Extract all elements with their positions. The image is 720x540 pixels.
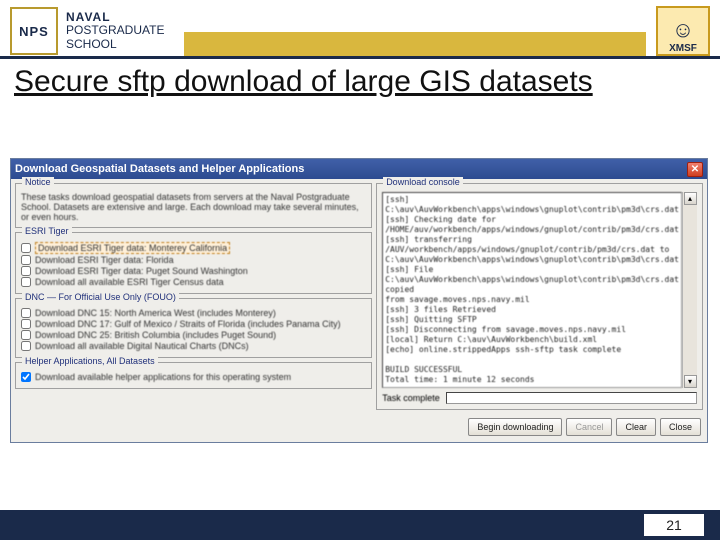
checkbox[interactable]: [21, 266, 31, 276]
esri-item-3[interactable]: Download all available ESRI Tiger Census…: [21, 277, 366, 287]
checkbox[interactable]: [21, 341, 31, 351]
dialog-title: Download Geospatial Datasets and Helper …: [15, 163, 304, 175]
cancel-button[interactable]: Cancel: [566, 418, 612, 436]
scroll-down-icon[interactable]: ▾: [684, 375, 697, 388]
dnc-item-2[interactable]: Download DNC 25: British Columbia (inclu…: [21, 330, 366, 340]
close-button[interactable]: ✕: [687, 162, 703, 177]
xmsf-branding: ☺ XMSF: [656, 0, 720, 56]
console-legend: Download console: [383, 177, 463, 187]
page-number: 21: [644, 514, 704, 536]
console-wrap: [ssh] C:\auv\AuvWorkbench\apps\windows\g…: [382, 192, 697, 388]
checkbox[interactable]: [21, 277, 31, 287]
right-panel: Download console [ssh] C:\auv\AuvWorkben…: [376, 183, 703, 410]
scroll-up-icon[interactable]: ▴: [684, 192, 697, 205]
esri-item-1[interactable]: Download ESRI Tiger data: Florida: [21, 255, 366, 265]
helper-legend: Helper Applications, All Datasets: [22, 356, 158, 366]
esri-group: ESRI Tiger Download ESRI Tiger data: Mon…: [15, 232, 372, 294]
console-group: Download console [ssh] C:\auv\AuvWorkben…: [376, 183, 703, 410]
checkbox[interactable]: [21, 319, 31, 329]
checkbox-label: Download DNC 17: Gulf of Mexico / Strait…: [35, 319, 341, 329]
checkbox[interactable]: [21, 255, 31, 265]
download-dialog: Download Geospatial Datasets and Helper …: [10, 158, 708, 443]
clear-button[interactable]: Clear: [616, 418, 656, 436]
face-icon: ☺: [672, 17, 694, 43]
checkbox-label: Download all available Digital Nautical …: [35, 341, 249, 351]
dialog-body: Notice These tasks download geospatial d…: [11, 179, 707, 414]
checkbox[interactable]: [21, 243, 31, 253]
checkbox-label: Download DNC 25: British Columbia (inclu…: [35, 330, 276, 340]
nps-acronym: NPS: [19, 24, 49, 39]
checkbox[interactable]: [21, 308, 31, 318]
begin-download-button[interactable]: Begin downloading: [468, 418, 562, 436]
scrollbar[interactable]: ▴ ▾: [682, 192, 697, 388]
nps-line3: SCHOOL: [66, 38, 164, 51]
status-row: Task complete: [382, 392, 697, 404]
nps-line2: POSTGRADUATE: [66, 24, 164, 37]
nps-branding: NPS NAVAL POSTGRADUATE SCHOOL: [0, 1, 174, 55]
checkbox-label: Download DNC 15: North America West (inc…: [35, 308, 276, 318]
progress-bar: [446, 392, 697, 404]
dialog-buttons: Begin downloading Cancel Clear Close: [11, 414, 707, 442]
nps-text: NAVAL POSTGRADUATE SCHOOL: [66, 11, 164, 51]
checkbox-label: Download ESRI Tiger data: Florida: [35, 255, 174, 265]
slide-footer: 21: [0, 510, 720, 540]
helper-group: Helper Applications, All Datasets Downlo…: [15, 362, 372, 389]
dnc-item-1[interactable]: Download DNC 17: Gulf of Mexico / Strait…: [21, 319, 366, 329]
notice-legend: Notice: [22, 177, 54, 187]
dnc-group: DNC — For Official Use Only (FOUO) Downl…: [15, 298, 372, 358]
esri-legend: ESRI Tiger: [22, 226, 72, 236]
status-label: Task complete: [382, 393, 440, 403]
gold-bar: [184, 32, 646, 56]
checkbox[interactable]: [21, 330, 31, 340]
dialog-titlebar[interactable]: Download Geospatial Datasets and Helper …: [11, 159, 707, 179]
checkbox-label: Download ESRI Tiger data: Puget Sound Wa…: [35, 266, 248, 276]
close-dialog-button[interactable]: Close: [660, 418, 701, 436]
esri-item-2[interactable]: Download ESRI Tiger data: Puget Sound Wa…: [21, 266, 366, 276]
checkbox-label: Download ESRI Tiger data: Monterey Calif…: [35, 242, 230, 254]
dnc-legend: DNC — For Official Use Only (FOUO): [22, 292, 179, 302]
console-output[interactable]: [ssh] C:\auv\AuvWorkbench\apps\windows\g…: [382, 192, 682, 388]
xmsf-logo: ☺ XMSF: [656, 6, 710, 56]
nps-shield-logo: NPS: [10, 7, 58, 55]
left-panel: Notice These tasks download geospatial d…: [15, 183, 372, 410]
slide-title: Secure sftp download of large GIS datase…: [0, 59, 720, 99]
close-icon: ✕: [691, 164, 699, 175]
notice-group: Notice These tasks download geospatial d…: [15, 183, 372, 228]
slide-header: NPS NAVAL POSTGRADUATE SCHOOL ☺ XMSF: [0, 0, 720, 59]
notice-text: These tasks download geospatial datasets…: [21, 192, 366, 222]
dnc-item-3[interactable]: Download all available Digital Nautical …: [21, 341, 366, 351]
checkbox-label: Download all available ESRI Tiger Census…: [35, 277, 224, 287]
esri-item-0[interactable]: Download ESRI Tiger data: Monterey Calif…: [21, 242, 366, 254]
checkbox[interactable]: [21, 372, 31, 382]
xmsf-label: XMSF: [669, 43, 697, 54]
helper-item[interactable]: Download available helper applications f…: [21, 372, 366, 382]
checkbox-label: Download available helper applications f…: [35, 372, 291, 382]
dnc-item-0[interactable]: Download DNC 15: North America West (inc…: [21, 308, 366, 318]
